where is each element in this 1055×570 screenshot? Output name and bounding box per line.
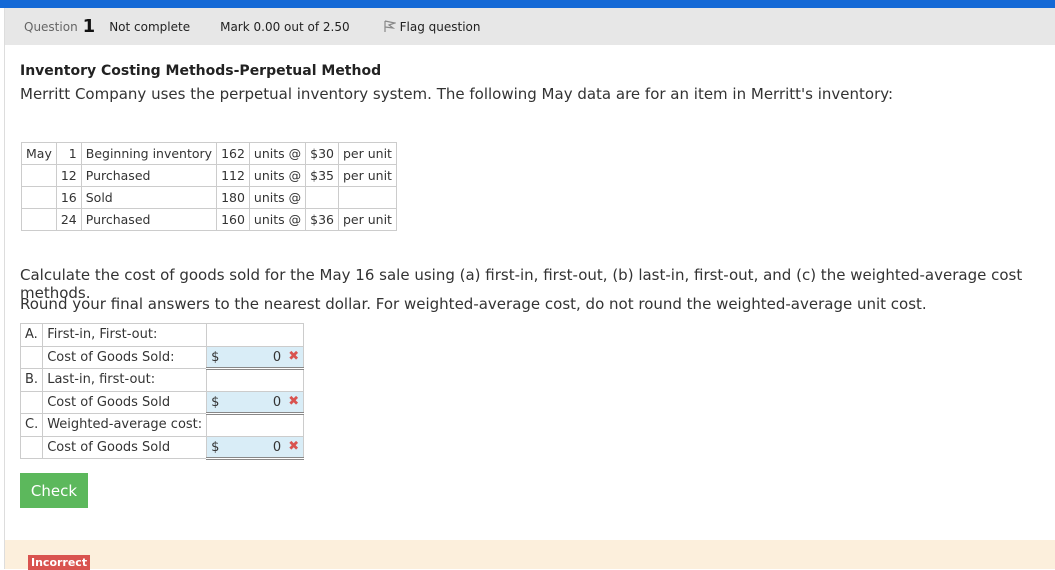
answer-table: A. First-in, First-out: Cost of Goods Sol… bbox=[19, 323, 305, 460]
empty-cell bbox=[19, 435, 44, 459]
answer-heading-row: C. Weighted-average cost: bbox=[19, 413, 305, 437]
inventory-cell: May bbox=[21, 142, 57, 165]
question-number: 1 bbox=[82, 16, 96, 37]
inventory-cell bbox=[21, 208, 57, 231]
answer-label: Cost of Goods Sold bbox=[42, 390, 208, 414]
inventory-cell: Sold bbox=[80, 186, 218, 209]
inventory-cell: 16 bbox=[55, 186, 82, 209]
inventory-row: 12 Purchased 112 units @ $35 per unit bbox=[21, 164, 397, 187]
inventory-cell bbox=[21, 186, 57, 209]
question-mark: Mark 0.00 out of 2.50 bbox=[220, 19, 350, 34]
blank-cell bbox=[206, 323, 305, 347]
answer-letter: A. bbox=[19, 323, 44, 347]
incorrect-x-icon: ✖ bbox=[288, 438, 300, 454]
inventory-cell bbox=[21, 164, 57, 187]
empty-cell bbox=[19, 345, 44, 369]
answer-letter: B. bbox=[19, 368, 44, 392]
answer-label: Cost of Goods Sold bbox=[42, 435, 208, 459]
currency-symbol: $ bbox=[211, 394, 220, 410]
inventory-cell: 112 bbox=[216, 164, 250, 187]
answer-heading-row: A. First-in, First-out: bbox=[19, 323, 305, 347]
check-button[interactable]: Check bbox=[20, 473, 88, 508]
inventory-cell: $36 bbox=[305, 208, 339, 231]
cogs-input[interactable]: $0 ✖ bbox=[206, 390, 305, 415]
cogs-input[interactable]: $0 ✖ bbox=[206, 345, 305, 370]
inventory-cell: 24 bbox=[55, 208, 82, 231]
answer-label: Cost of Goods Sold: bbox=[42, 345, 208, 369]
answer-letter: C. bbox=[19, 413, 44, 437]
inventory-row: May 1 Beginning inventory 162 units @ $30 per … bbox=[21, 142, 397, 165]
flag-question-label: Flag question bbox=[399, 19, 481, 34]
answer-heading-row: B. Last-in, first-out: bbox=[19, 368, 305, 392]
empty-cell bbox=[19, 390, 44, 414]
question-status: Not complete bbox=[109, 19, 191, 34]
inventory-cell: 160 bbox=[216, 208, 250, 231]
inventory-cell: Purchased bbox=[80, 164, 218, 187]
answer-heading: Last-in, first-out: bbox=[42, 368, 208, 392]
question-intro: Merritt Company uses the perpetual inven… bbox=[20, 85, 894, 103]
question-label: Question bbox=[24, 19, 78, 34]
top-bar bbox=[0, 0, 1055, 8]
inventory-table: May 1 Beginning inventory 162 units @ $30 per … bbox=[21, 142, 397, 231]
inventory-cell: Beginning inventory bbox=[80, 142, 218, 165]
inventory-cell: units @ bbox=[248, 142, 307, 165]
question-header: Question 1 Not complete Mark 0.00 out of… bbox=[5, 8, 1055, 45]
incorrect-x-icon: ✖ bbox=[288, 393, 300, 409]
incorrect-badge: Incorrect bbox=[28, 555, 91, 570]
flag-icon bbox=[384, 20, 396, 32]
blank-cell bbox=[206, 413, 305, 437]
answer-row: Cost of Goods Sold: $0 ✖ bbox=[19, 345, 305, 370]
inventory-row: 24 Purchased 160 units @ $36 per unit bbox=[21, 208, 397, 231]
inventory-cell bbox=[338, 186, 397, 209]
blank-cell bbox=[206, 368, 305, 392]
input-value: 0 bbox=[272, 349, 282, 365]
inventory-cell: Purchased bbox=[80, 208, 218, 231]
flag-question-link[interactable]: Flag question bbox=[384, 19, 481, 34]
inventory-cell: units @ bbox=[248, 186, 307, 209]
inventory-cell: units @ bbox=[248, 164, 307, 187]
answer-heading: First-in, First-out: bbox=[42, 323, 208, 347]
inventory-cell: per unit bbox=[338, 208, 397, 231]
feedback-area: Incorrect bbox=[5, 540, 1055, 570]
inventory-cell: 180 bbox=[216, 186, 250, 209]
inventory-row: 16 Sold 180 units @ bbox=[21, 186, 397, 209]
inventory-cell: $30 bbox=[305, 142, 339, 165]
rounding-note: Round your final answers to the nearest … bbox=[20, 295, 927, 313]
answer-heading: Weighted-average cost: bbox=[42, 413, 208, 437]
left-border bbox=[4, 8, 5, 569]
inventory-cell bbox=[305, 186, 339, 209]
inventory-cell: per unit bbox=[338, 142, 397, 165]
incorrect-x-icon: ✖ bbox=[288, 348, 300, 364]
cogs-input[interactable]: $0 ✖ bbox=[206, 435, 305, 460]
currency-symbol: $ bbox=[211, 439, 220, 455]
inventory-cell: 1 bbox=[55, 142, 82, 165]
inventory-cell: per unit bbox=[338, 164, 397, 187]
question-title: Inventory Costing Methods-Perpetual Meth… bbox=[20, 63, 382, 79]
inventory-cell: 162 bbox=[216, 142, 250, 165]
input-value: 0 bbox=[272, 394, 282, 410]
answer-row: Cost of Goods Sold $0 ✖ bbox=[19, 390, 305, 415]
inventory-cell: 12 bbox=[55, 164, 82, 187]
answer-row: Cost of Goods Sold $0 ✖ bbox=[19, 435, 305, 460]
inventory-cell: units @ bbox=[248, 208, 307, 231]
inventory-cell: $35 bbox=[305, 164, 339, 187]
currency-symbol: $ bbox=[211, 349, 220, 365]
input-value: 0 bbox=[272, 439, 282, 455]
